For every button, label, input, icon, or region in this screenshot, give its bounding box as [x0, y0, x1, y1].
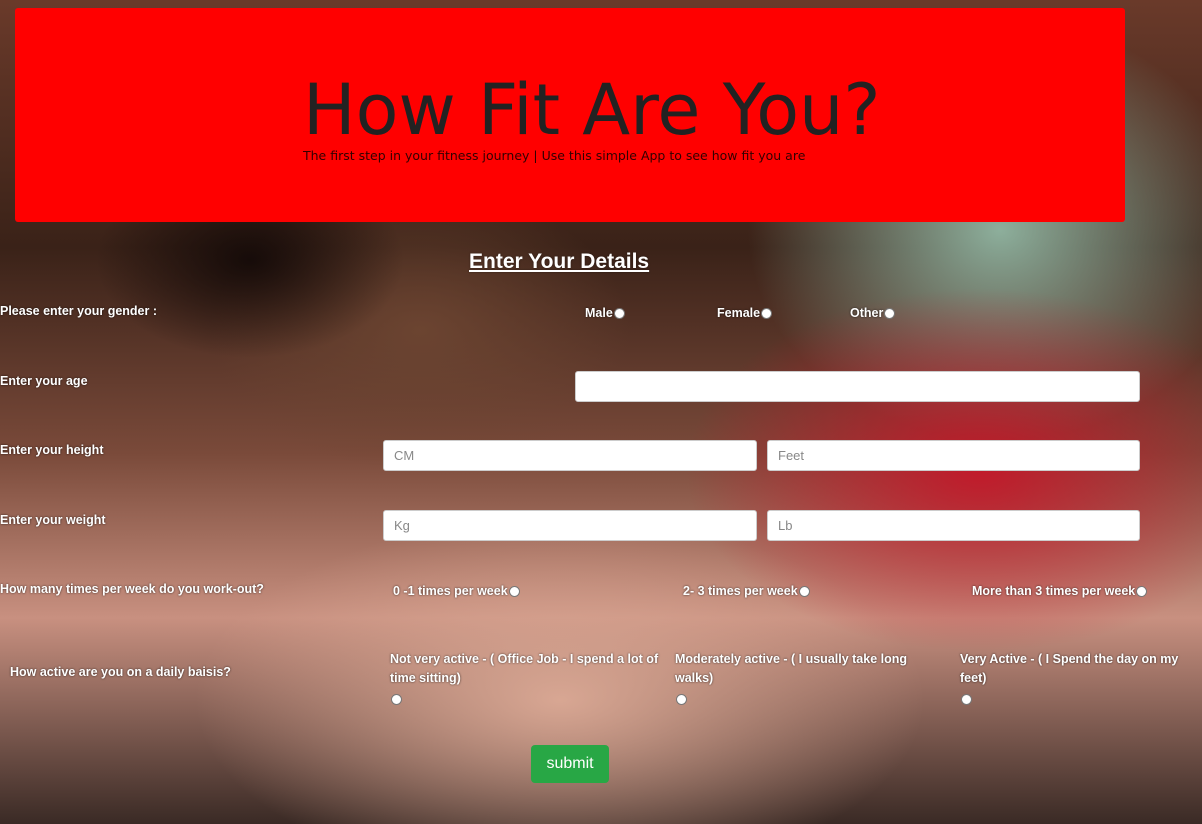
activity-label: How active are you on a daily baisis? — [10, 665, 231, 679]
workout-2-3-label: 2- 3 times per week — [683, 584, 798, 598]
gender-other-radio[interactable] — [884, 307, 896, 319]
workout-0-1-radio[interactable] — [508, 585, 520, 597]
workout-option-2-3[interactable]: 2- 3 times per week — [683, 584, 810, 598]
gender-other-label: Other — [850, 306, 884, 320]
weight-label: Enter your weight — [0, 513, 106, 527]
gender-male-label: Male — [585, 306, 613, 320]
gender-female-radio[interactable] — [761, 307, 773, 319]
gender-male-radio[interactable] — [613, 307, 625, 319]
activity-moderate-radio[interactable] — [676, 694, 687, 705]
workout-option-3-plus[interactable]: More than 3 times per week — [972, 584, 1148, 598]
workout-3-plus-label: More than 3 times per week — [972, 584, 1136, 598]
age-input[interactable] — [575, 371, 1140, 402]
age-label: Enter your age — [0, 374, 88, 388]
gender-option-male[interactable]: Male — [585, 306, 625, 320]
height-cm-input[interactable] — [383, 440, 757, 471]
gender-label: Please enter your gender : — [0, 304, 158, 318]
workout-label: How many times per week do you work-out? — [0, 582, 264, 596]
workout-3-plus-radio[interactable] — [1136, 585, 1148, 597]
height-label: Enter your height — [0, 443, 104, 457]
hero-banner: How Fit Are You? The first step in your … — [15, 8, 1125, 222]
workout-option-0-1[interactable]: 0 -1 times per week — [393, 584, 520, 598]
activity-option-moderate-label: Moderately active - ( I usually take lon… — [675, 652, 908, 685]
page-subtitle: The first step in your fitness journey |… — [303, 148, 806, 163]
weight-kg-input[interactable] — [383, 510, 757, 541]
weight-lb-input[interactable] — [767, 510, 1140, 541]
submit-button[interactable]: submit — [531, 745, 609, 783]
gender-female-label: Female — [717, 306, 761, 320]
gender-option-other[interactable]: Other — [850, 306, 896, 320]
workout-0-1-label: 0 -1 times per week — [393, 584, 508, 598]
activity-option-low-label: Not very active - ( Office Job - I spend… — [390, 652, 659, 685]
page-title: How Fit Are You? — [303, 69, 881, 151]
activity-high-radio[interactable] — [961, 694, 972, 705]
activity-low-radio[interactable] — [391, 694, 402, 705]
activity-option-high-label: Very Active - ( I Spend the day on my fe… — [960, 652, 1179, 685]
gender-option-female[interactable]: Female — [717, 306, 773, 320]
workout-2-3-radio[interactable] — [798, 585, 810, 597]
height-feet-input[interactable] — [767, 440, 1140, 471]
section-title: Enter Your Details — [469, 250, 650, 273]
